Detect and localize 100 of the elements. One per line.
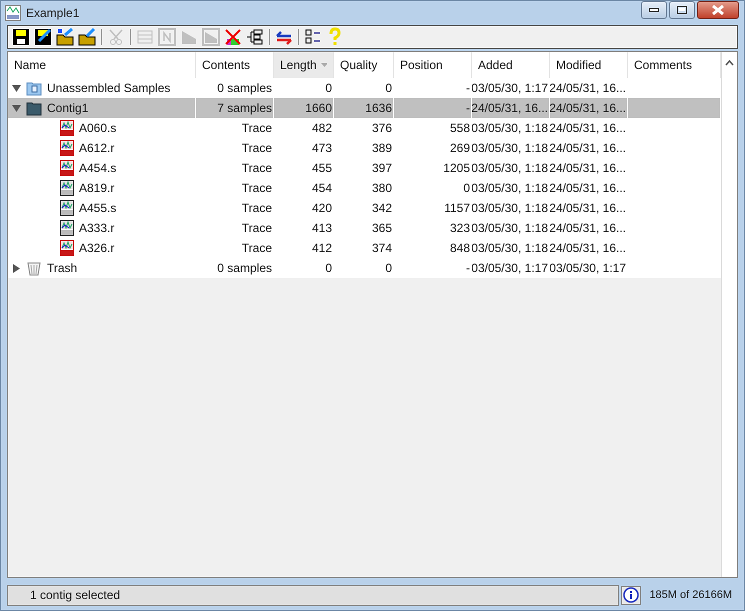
app-icon <box>5 5 21 21</box>
collapsed-arrow-icon[interactable] <box>12 264 20 272</box>
table-cell: Trace <box>242 141 272 155</box>
item-name: A333.r <box>79 221 114 235</box>
window-title: Example1 <box>26 6 80 20</box>
table-cell: 24/05/31, 16... <box>550 221 626 235</box>
folder-arrow-icon[interactable] <box>54 27 76 47</box>
sort-arrow-icon <box>320 63 327 67</box>
table-cell: 7 samples <box>217 101 272 115</box>
table-cell: 454 <box>312 181 332 195</box>
table-cell: - <box>466 261 470 275</box>
table-cell: 376 <box>372 121 392 135</box>
table-cell: 03/05/30, 1:17 <box>550 261 626 275</box>
table-cell: 0 <box>463 181 470 195</box>
item-name: Trash <box>47 261 78 275</box>
table-cell: Trace <box>242 161 272 175</box>
table-cell: Trace <box>242 201 272 215</box>
status-message: 1 contig selected <box>7 584 620 606</box>
table-cell: 24/05/31, 16... <box>550 201 626 215</box>
table-cell: 1636 <box>365 101 392 115</box>
minimize-button[interactable] <box>641 1 667 19</box>
maximize-icon <box>677 6 687 14</box>
floppy-arrow-icon[interactable] <box>32 27 54 47</box>
column-header[interactable]: Length <box>274 52 334 78</box>
table-cell: 24/05/31, 16... <box>550 141 626 155</box>
table-cell: 413 <box>312 221 332 235</box>
table-cell: 24/05/31, 16... <box>550 81 626 95</box>
tree-row[interactable]: A333.r Trace 413 365 323 03/05/30, 1:18 24/05/31, 16... <box>8 218 721 238</box>
table-cell: 03/05/30, 1:18 <box>472 241 548 255</box>
table-cell: 389 <box>372 141 392 155</box>
tree-row[interactable]: A454.s Trace 455 397 1205 03/05/30, 1:18 24/05/31, 16... <box>8 158 721 178</box>
table-cell: 473 <box>312 141 332 155</box>
table-cell: 24/05/31, 16... <box>550 181 626 195</box>
item-name: Contig1 <box>47 101 88 115</box>
tree-row[interactable]: Unassembled Samples 0 samples 0 0 -03/05/30, 1:17 24/05/31, 16... <box>8 78 721 98</box>
table-cell: 420 <box>312 201 332 215</box>
table-cell: 0 samples <box>217 261 272 275</box>
scrollbar[interactable] <box>721 52 737 577</box>
table-cell: 03/05/30, 1:18 <box>472 161 548 175</box>
table-cell: 24/05/31, 16... <box>550 121 626 135</box>
tree-row[interactable]: Trash 0 samples 0 0 -03/05/30, 1:17 03/05/30, 1:17 <box>8 258 721 278</box>
table-cell: 380 <box>372 181 392 195</box>
maximize-button[interactable] <box>669 1 695 19</box>
table-cell: 848 <box>450 241 470 255</box>
table-cell: 03/05/30, 1:18 <box>472 181 548 195</box>
table-cell: 269 <box>450 141 470 155</box>
table-cell: 24/05/31, 16... <box>550 161 626 175</box>
table-cell: 1660 <box>305 101 332 115</box>
memory-usage: 185M of 26166M <box>648 589 733 601</box>
table-cell: 03/05/30, 1:17 <box>472 261 548 275</box>
tree-row[interactable]: Contig1 7 samples 1660 1636 -24/05/31, 16...24/05/31, 16... <box>8 98 721 118</box>
item-name: A612.r <box>79 141 114 155</box>
table-cell: 374 <box>372 241 392 255</box>
table-cell: 24/05/31, 16... <box>472 101 548 115</box>
trace-icon <box>60 220 74 236</box>
trash-icon <box>26 260 42 276</box>
tree-row[interactable]: A612.r Trace 473 389 269 03/05/30, 1:18 24/05/31, 16... <box>8 138 721 158</box>
table-cell: 323 <box>450 221 470 235</box>
table-cell: 342 <box>372 201 392 215</box>
trace-icon <box>60 120 74 136</box>
trace-icon <box>60 160 74 176</box>
table-cell: 03/05/30, 1:18 <box>472 121 548 135</box>
table-cell: 455 <box>312 161 332 175</box>
table-cell: 03/05/30, 1:18 <box>472 221 548 235</box>
table-cell: 1157 <box>444 201 470 215</box>
table-cell: 0 samples <box>217 81 272 95</box>
table-cell: 482 <box>312 121 332 135</box>
table-cell: 0 <box>385 81 392 95</box>
floppy-icon[interactable] <box>10 27 32 47</box>
table-cell: 365 <box>372 221 392 235</box>
table-cell: 03/05/30, 1:18 <box>472 141 548 155</box>
trace-icon <box>60 140 74 156</box>
info-icon <box>623 587 640 603</box>
table-cell: Trace <box>242 121 272 135</box>
table-cell: 03/05/30, 1:17 <box>472 81 548 95</box>
table-cell: Trace <box>242 181 272 195</box>
expanded-arrow-icon[interactable] <box>12 104 20 112</box>
tree-row[interactable]: A060.s Trace 482 376 558 03/05/30, 1:18 24/05/31, 16... <box>8 118 721 138</box>
item-name: A454.s <box>79 161 116 175</box>
table-cell: 03/05/30, 1:18 <box>472 201 548 215</box>
table-cell: 24/05/31, 16... <box>550 101 626 115</box>
table-cell: 0 <box>325 81 332 95</box>
trace-icon <box>60 240 74 256</box>
item-name: A455.s <box>79 201 116 215</box>
table-cell: 558 <box>450 121 470 135</box>
table-cell: Trace <box>242 221 272 235</box>
table-cell: - <box>466 81 470 95</box>
scroll-up-icon[interactable] <box>725 60 734 66</box>
minimize-icon <box>649 8 659 12</box>
item-name: A819.r <box>79 181 114 195</box>
tree-row[interactable]: A819.r Trace 454 380 0 03/05/30, 1:18 24/05/31, 16... <box>8 178 721 198</box>
table-cell: 24/05/31, 16... <box>550 241 626 255</box>
close-button[interactable] <box>697 1 739 19</box>
tree-row[interactable]: A326.r Trace 412 374 848 03/05/30, 1:18 24/05/31, 16... <box>8 238 721 258</box>
info-button[interactable] <box>621 586 642 604</box>
folder-arrow-icon[interactable] <box>76 27 98 47</box>
tree-row[interactable]: A455.s Trace 420 342 1157 03/05/30, 1:18 24/05/31, 16... <box>8 198 721 218</box>
expanded-arrow-icon[interactable] <box>12 84 20 92</box>
table-cell: Trace <box>242 241 272 255</box>
table-cell: 0 <box>385 261 392 275</box>
